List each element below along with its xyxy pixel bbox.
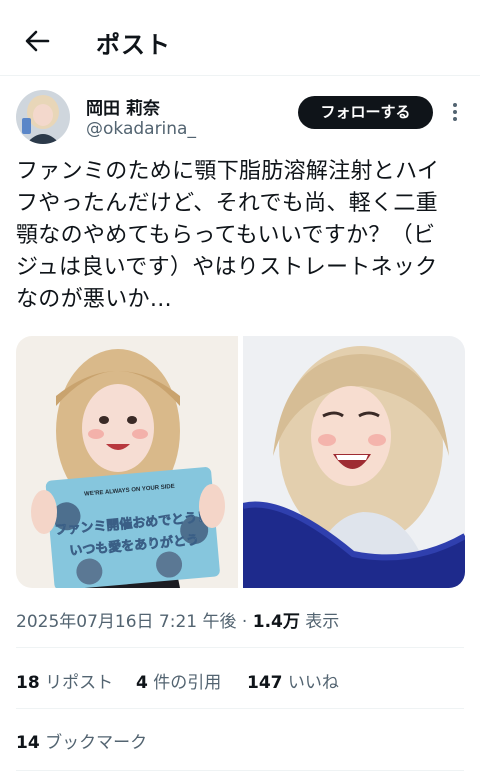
- views-count: 1.4万: [252, 612, 300, 632]
- bookmarks-label: ブックマーク: [45, 733, 148, 753]
- likes-count: 147: [247, 673, 283, 693]
- post-datetime[interactable]: 2025年07月16日 7:21 午後: [16, 612, 237, 632]
- bookmarks-stat[interactable]: 14 ブックマーク: [16, 728, 147, 753]
- arrow-left-icon: [25, 30, 50, 52]
- more-vertical-icon: [447, 103, 463, 121]
- follow-button[interactable]: フォローする: [298, 96, 433, 129]
- divider: [16, 708, 464, 709]
- likes-stat[interactable]: 147 いいね: [247, 668, 339, 693]
- views-label: 表示: [305, 612, 340, 632]
- likes-label: いいね: [287, 673, 339, 693]
- quotes-stat[interactable]: 4 件の引用: [136, 668, 221, 693]
- top-bar: ポスト: [0, 0, 480, 76]
- photo-fan-meeting-sign[interactable]: WE'RE ALWAYS ON YOUR SIDE ファンミ開催おめでとう！ い…: [16, 336, 238, 588]
- photo-smiling-portrait[interactable]: [242, 336, 465, 588]
- tweet-text: ファンミのために顎下脂肪溶解注射とハイ フやったんだけど、それでも尚、軽く二重 …: [16, 159, 440, 312]
- page-title: ポスト: [96, 31, 171, 59]
- meta-separator: ·: [241, 612, 248, 632]
- avatar[interactable]: [16, 90, 70, 144]
- quotes-count: 4: [136, 673, 148, 693]
- bookmarks-count: 14: [16, 733, 40, 753]
- divider: [16, 647, 464, 648]
- post-meta: 2025年07月16日 7:21 午後 · 1.4万 表示: [16, 607, 339, 632]
- user-handle[interactable]: @okadarina_: [86, 119, 196, 139]
- more-options-button[interactable]: [447, 101, 463, 125]
- quotes-label: 件の引用: [153, 673, 222, 693]
- divider: [16, 770, 464, 771]
- display-name[interactable]: 岡田 莉奈: [86, 94, 160, 119]
- author-row: 岡田 莉奈 @okadarina_ フォローする: [0, 76, 480, 158]
- media-grid[interactable]: WE'RE ALWAYS ON YOUR SIDE ファンミ開催おめでとう！ い…: [16, 336, 465, 588]
- back-button[interactable]: [20, 24, 54, 58]
- reposts-count: 18: [16, 673, 40, 693]
- reposts-label: リポスト: [45, 673, 114, 693]
- reposts-stat[interactable]: 18 リポスト: [16, 668, 113, 693]
